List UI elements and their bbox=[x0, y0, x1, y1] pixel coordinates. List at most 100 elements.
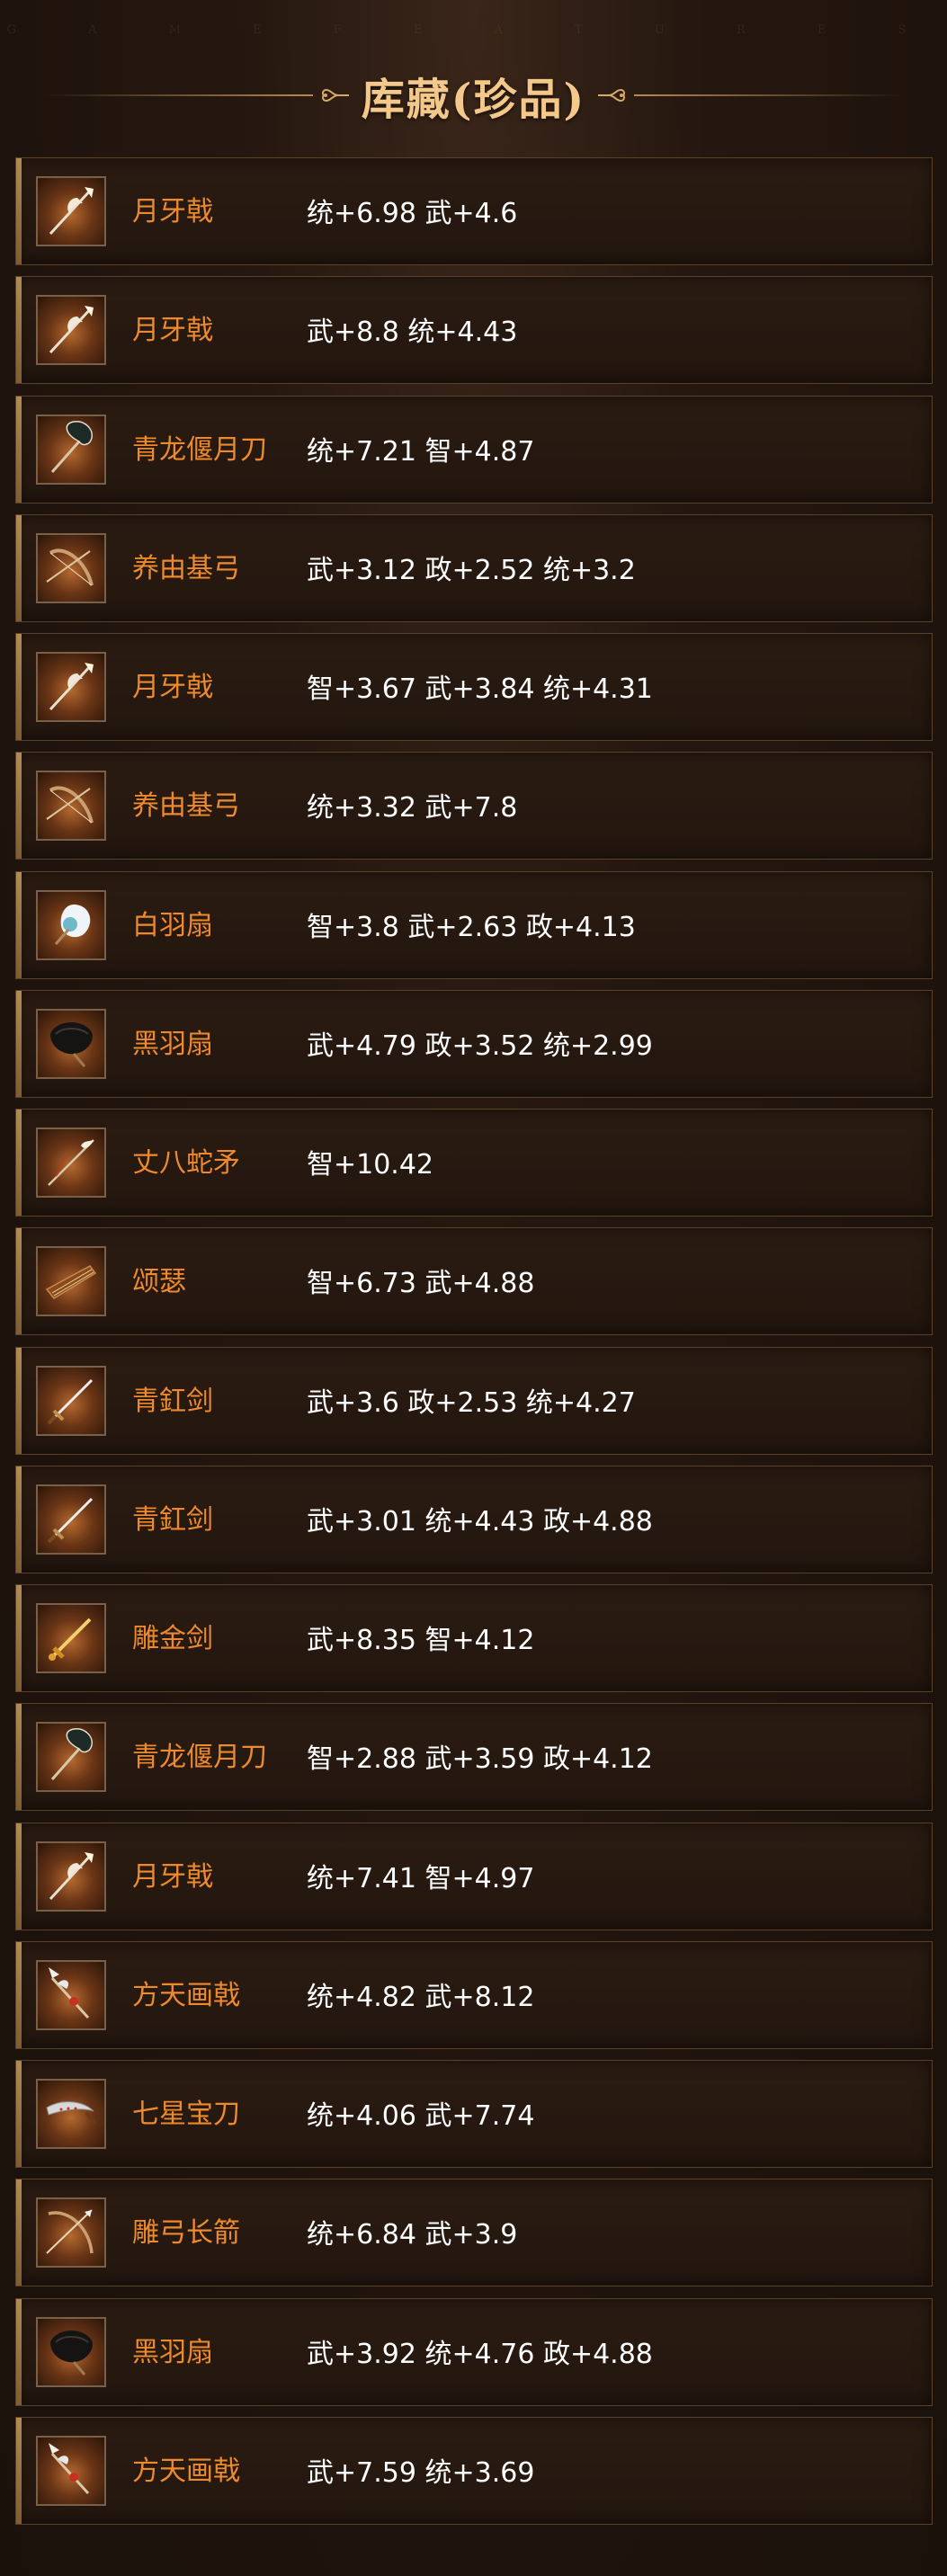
scroll-ornament-right-icon bbox=[598, 88, 626, 103]
item-stats: 武+8.8 统+4.43 bbox=[307, 316, 518, 349]
item-stats: 统+4.82 武+8.12 bbox=[307, 1981, 535, 2013]
treasure-row[interactable]: 青釭剑 武+3.6 政+2.53 统+4.27 bbox=[15, 1346, 933, 1455]
item-stats: 智+2.88 武+3.59 政+4.12 bbox=[307, 1743, 653, 1776]
bow-arrow-icon bbox=[46, 2209, 94, 2254]
halberd-crescent-icon bbox=[49, 663, 94, 711]
guandao-blade-icon bbox=[50, 1728, 93, 1781]
treasure-row[interactable]: 方天画戟 武+7.59 统+3.69 bbox=[15, 2416, 933, 2525]
sword-icon bbox=[47, 1378, 94, 1424]
item-name: 青釭剑 bbox=[132, 1385, 213, 1417]
treasure-row[interactable]: 养由基弓 统+3.32 武+7.8 bbox=[15, 752, 933, 860]
item-icon-frame bbox=[36, 652, 106, 722]
title-divider-left bbox=[42, 94, 313, 96]
item-icon-frame bbox=[36, 2435, 106, 2506]
halberd-crescent-icon bbox=[49, 1851, 94, 1900]
item-icon-frame bbox=[36, 1128, 106, 1198]
treasure-row[interactable]: 月牙戟 武+8.8 统+4.43 bbox=[15, 276, 933, 385]
treasure-list: 月牙戟 统+6.98 武+4.6 月牙戟 武+8.8 统+4.43 青龙偃月刀 统+7.2… bbox=[15, 157, 933, 2536]
item-icon-frame bbox=[36, 414, 106, 485]
item-name: 月牙戟 bbox=[132, 315, 213, 347]
zither-icon bbox=[45, 1265, 97, 1300]
treasure-row[interactable]: 月牙戟 智+3.67 武+3.84 统+4.31 bbox=[15, 633, 933, 741]
item-stats: 武+4.79 政+3.52 统+2.99 bbox=[307, 1030, 653, 1062]
item-icon-frame bbox=[36, 532, 106, 603]
item-name: 养由基弓 bbox=[132, 790, 240, 823]
serpent-spear-icon bbox=[48, 1139, 94, 1186]
item-name: 方天画戟 bbox=[132, 1979, 240, 2011]
treasure-row[interactable]: 青釭剑 武+3.01 统+4.43 政+4.88 bbox=[15, 1465, 933, 1573]
item-icon-frame bbox=[36, 889, 106, 960]
item-name: 青龙偃月刀 bbox=[132, 1742, 267, 1774]
item-stats: 统+7.41 智+4.97 bbox=[307, 1862, 535, 1894]
item-name: 青龙偃月刀 bbox=[132, 433, 267, 466]
treasure-row[interactable]: 颂瑟 智+6.73 武+4.88 bbox=[15, 1227, 933, 1336]
inventory-page: G A M E F E A T U R E S 库藏(珍品) 月牙戟 统+6.98… bbox=[0, 0, 947, 2576]
treasure-row[interactable]: 方天画戟 统+4.82 武+8.12 bbox=[15, 1940, 933, 2049]
treasure-row[interactable]: 月牙戟 统+6.98 武+4.6 bbox=[15, 157, 933, 265]
painted-halberd-icon bbox=[49, 2442, 90, 2494]
item-name: 雕金剑 bbox=[132, 1623, 213, 1654]
guandao-blade-icon bbox=[50, 420, 93, 473]
treasure-row[interactable]: 月牙戟 统+7.41 智+4.97 bbox=[15, 1822, 933, 1930]
item-icon-frame bbox=[36, 2197, 106, 2268]
item-name: 雕弓长箭 bbox=[132, 2217, 240, 2250]
halberd-crescent-icon bbox=[49, 306, 94, 354]
treasure-row[interactable]: 青龙偃月刀 智+2.88 武+3.59 政+4.12 bbox=[15, 1703, 933, 1812]
item-stats: 统+7.21 智+4.87 bbox=[307, 435, 535, 468]
item-stats: 智+6.73 武+4.88 bbox=[307, 1268, 535, 1300]
item-name: 七星宝刀 bbox=[132, 2099, 240, 2130]
item-name: 月牙戟 bbox=[132, 196, 213, 227]
item-stats: 武+7.59 统+3.69 bbox=[307, 2456, 535, 2489]
item-stats: 武+8.35 智+4.12 bbox=[307, 1625, 535, 1656]
bow-icon bbox=[46, 548, 94, 586]
scroll-ornament-left-icon bbox=[321, 88, 349, 103]
item-icon-frame bbox=[36, 1841, 106, 1912]
title-row: 库藏(珍品) bbox=[0, 59, 947, 131]
item-stats: 智+10.42 bbox=[307, 1149, 434, 1181]
treasure-row[interactable]: 七星宝刀 统+4.06 武+7.74 bbox=[15, 2060, 933, 2168]
item-stats: 智+3.67 武+3.84 统+4.31 bbox=[307, 673, 653, 705]
bow-icon bbox=[46, 786, 94, 824]
halberd-crescent-icon bbox=[49, 187, 94, 236]
page-title: 库藏(珍品) bbox=[361, 75, 586, 125]
item-name: 青釭剑 bbox=[132, 1503, 213, 1536]
item-icon-frame bbox=[36, 2079, 106, 2149]
item-icon-frame bbox=[36, 176, 106, 246]
treasure-row[interactable]: 雕弓长箭 统+6.84 武+3.9 bbox=[15, 2179, 933, 2287]
golden-sword-icon bbox=[49, 1618, 92, 1661]
item-name: 黑羽扇 bbox=[132, 2336, 213, 2368]
item-stats: 智+3.8 武+2.63 政+4.13 bbox=[307, 911, 636, 943]
painted-halberd-icon bbox=[49, 1966, 90, 2019]
item-icon-frame bbox=[36, 1365, 106, 1436]
item-icon-frame bbox=[36, 1484, 106, 1555]
item-name: 颂瑟 bbox=[132, 1266, 186, 1298]
item-stats: 统+4.06 武+7.74 bbox=[307, 2100, 535, 2132]
item-stats: 武+3.12 政+2.52 统+3.2 bbox=[307, 554, 636, 586]
item-stats: 统+6.98 武+4.6 bbox=[307, 198, 518, 229]
item-icon-frame bbox=[36, 1959, 106, 2030]
treasure-row[interactable]: 白羽扇 智+3.8 武+2.63 政+4.13 bbox=[15, 870, 933, 979]
item-name: 丈八蛇矛 bbox=[132, 1147, 240, 1179]
treasure-row[interactable]: 养由基弓 武+3.12 政+2.52 统+3.2 bbox=[15, 513, 933, 622]
item-icon-frame bbox=[36, 1008, 106, 1079]
item-icon-frame bbox=[36, 1603, 106, 1673]
sword-icon bbox=[47, 1497, 94, 1544]
black-feather-fan-icon bbox=[50, 2330, 93, 2375]
item-icon-frame bbox=[36, 771, 106, 842]
black-feather-fan-icon bbox=[50, 1021, 93, 1067]
treasure-row[interactable]: 丈八蛇矛 智+10.42 bbox=[15, 1109, 933, 1217]
seven-star-sabre-icon bbox=[46, 2101, 97, 2126]
item-name: 方天画戟 bbox=[132, 2455, 240, 2487]
treasure-row[interactable]: 青龙偃月刀 统+7.21 智+4.87 bbox=[15, 395, 933, 504]
treasure-row[interactable]: 黑羽扇 武+3.92 统+4.76 政+4.88 bbox=[15, 2297, 933, 2406]
item-stats: 统+3.32 武+7.8 bbox=[307, 792, 518, 824]
treasure-row[interactable]: 黑羽扇 武+4.79 政+3.52 统+2.99 bbox=[15, 989, 933, 1098]
item-icon-frame bbox=[36, 295, 106, 366]
item-name: 月牙戟 bbox=[132, 1860, 213, 1893]
item-stats: 武+3.01 统+4.43 政+4.88 bbox=[307, 1505, 653, 1538]
item-name: 养由基弓 bbox=[132, 552, 240, 584]
item-icon-frame bbox=[36, 1246, 106, 1317]
item-stats: 武+3.6 政+2.53 统+4.27 bbox=[307, 1386, 636, 1419]
treasure-row[interactable]: 雕金剑 武+8.35 智+4.12 bbox=[15, 1584, 933, 1692]
header: G A M E F E A T U R E S 库藏(珍品) bbox=[0, 0, 947, 151]
